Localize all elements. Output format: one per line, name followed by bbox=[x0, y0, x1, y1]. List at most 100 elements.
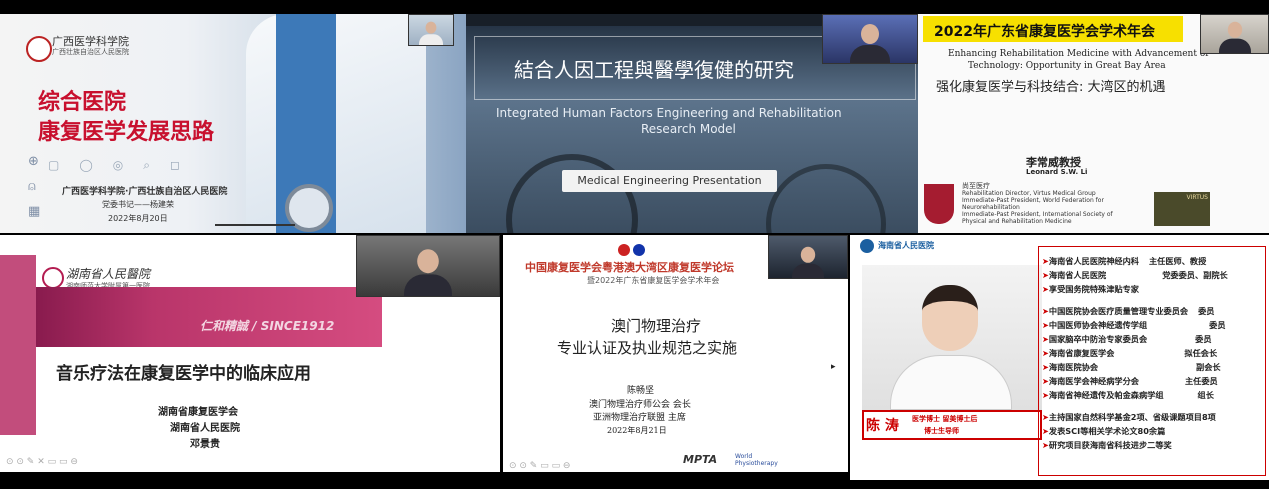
speaker-role-1: 澳门物理治疗师公会 会长 bbox=[589, 400, 691, 410]
speaker-name: 陈畅坚 bbox=[627, 386, 655, 396]
slide-line-1: 湖南省康复医学会 bbox=[158, 407, 238, 418]
bio-item-label: 中国医院协会医疗质量管理专业委员会 bbox=[1048, 306, 1189, 316]
bio-item-label: 海南省神经遗传及帕金森病学组 bbox=[1048, 390, 1164, 400]
slide-title-en-1: Integrated Human Factors Engineering and… bbox=[496, 106, 842, 120]
slide-title-cn: 結合人因工程與醫學復健的研究 bbox=[514, 58, 794, 82]
forum-title: 中国康复医学会粤港澳大湾区康复医学论坛 bbox=[525, 261, 734, 274]
speaker-video-thumb-3[interactable] bbox=[1200, 14, 1269, 54]
person-icon bbox=[419, 21, 443, 45]
speaker-name: 陈 涛 bbox=[866, 418, 899, 434]
mpta-logo: MPTA bbox=[683, 453, 718, 466]
role-line-5: Physical and Rehabilitation Medicine bbox=[962, 218, 1072, 225]
slide-title: 音乐疗法在康复医学中的临床应用 bbox=[56, 364, 311, 384]
virtus-logo: VIRTUS bbox=[1154, 192, 1210, 226]
bio-item-label: 海南医学会神经病学分会 bbox=[1048, 376, 1139, 386]
bio-item: ➤研究项目获海南省科技进步二等奖 bbox=[1042, 440, 1172, 450]
speaker-video-thumb-4[interactable] bbox=[356, 235, 500, 297]
virtus-logo-text: VIRTUS bbox=[1186, 194, 1208, 201]
photo-head bbox=[922, 285, 978, 351]
person-icon bbox=[404, 249, 452, 296]
bio-item: ➤海南省神经遗传及帕金森病学组 组长 bbox=[1042, 390, 1214, 400]
bio-item: ➤海南省康复医学会 拟任会长 bbox=[1042, 348, 1218, 358]
left-edge-strip bbox=[0, 255, 36, 435]
bio-item-role: 委员 bbox=[1209, 320, 1226, 330]
hospital-logo-icon bbox=[26, 36, 52, 62]
slide-line-2: 湖南省人民医院 bbox=[170, 423, 240, 434]
slide-title-1: 综合医院 bbox=[38, 90, 127, 115]
forum-subtitle: 暨2022年广东省康复医学会学术年会 bbox=[587, 276, 720, 285]
toolbar-icons-row: ▢◯◎⌕◻ bbox=[48, 158, 200, 172]
bio-item: ➤海南省人民医院 党委委员、副院长 bbox=[1042, 270, 1228, 280]
hospital-logo-icon bbox=[860, 239, 874, 253]
institution-line: 广西医学科学院·广西壮族自治区人民医院 bbox=[62, 187, 228, 197]
photo-body bbox=[890, 355, 1012, 410]
talk-date: 2022年8月21日 bbox=[607, 426, 667, 435]
slideshow-controls[interactable]: ⊙ ⊙ ✎ ▭ ▭ ⊖ bbox=[509, 461, 570, 471]
motto-text: 仁和精誠 / SINCE1912 bbox=[200, 319, 335, 333]
person-icon bbox=[1218, 21, 1251, 53]
speaker-photo bbox=[862, 265, 1042, 410]
speaker-name-en: Leonard S.W. Li bbox=[1026, 168, 1088, 176]
role-line-1: Rehabilitation Director, Virtus Medical … bbox=[962, 190, 1096, 197]
bio-item-role: 主任医师、教授 bbox=[1148, 256, 1207, 266]
title-en-1: Enhancing Rehabilitation Medicine with A… bbox=[948, 49, 1209, 59]
video-panel-5[interactable]: 中国康复医学会粤港澳大湾区康复医学论坛 暨2022年广东省康复医学会学术年会 澳… bbox=[503, 235, 848, 472]
video-panel-2[interactable]: 結合人因工程與醫學復健的研究 Integrated Human Factors … bbox=[466, 14, 918, 233]
forum-logo-icon-2 bbox=[633, 244, 645, 256]
bio-item-role: 副会长 bbox=[1196, 362, 1221, 372]
bio-item-label: 享受国务院特殊津贴专家 bbox=[1048, 284, 1139, 294]
degree-2: 博士生导师 bbox=[924, 427, 959, 435]
wheelchair-shape bbox=[506, 154, 638, 233]
bio-item-role: 委员 bbox=[1195, 334, 1212, 344]
slide-line-3: 邓景贵 bbox=[190, 439, 220, 450]
role-line-3: Neurorehabilitation bbox=[962, 204, 1020, 211]
bio-item: ➤享受国务院特殊津贴专家 bbox=[1042, 284, 1139, 294]
video-panel-3[interactable]: 2022年广东省康复医学会学术年会 Enhancing Rehabilitati… bbox=[918, 14, 1269, 233]
video-panel-1[interactable]: 广西医学科学院 广西壮族自治区人民医院 综合医院 康复医学发展思路 ⊕ ⍝ ▦ … bbox=[0, 14, 466, 233]
forum-logos bbox=[618, 241, 658, 256]
slide-title-2: 康复医学发展思路 bbox=[38, 120, 215, 145]
bio-item-role: 党委委员、副院长 bbox=[1162, 270, 1228, 280]
bio-item-role: 组长 bbox=[1197, 390, 1214, 400]
person-icon[interactable]: ⍝ bbox=[28, 179, 40, 194]
bio-item-label: 国家脑卒中防治专家委员会 bbox=[1048, 334, 1148, 344]
logo-subtext: 广西壮族自治区人民医院 bbox=[52, 48, 129, 56]
plus-icon[interactable]: ⊕ bbox=[28, 154, 40, 169]
speaker-line: 党委书记——杨建荣 bbox=[102, 200, 174, 209]
university-crest-icon bbox=[924, 184, 954, 224]
calendar-icon[interactable]: ▦ bbox=[28, 204, 40, 219]
speaker-role-2: 亚洲物理治疗联盟 主席 bbox=[593, 413, 686, 423]
bio-item-role: 拟任会长 bbox=[1184, 348, 1218, 358]
hospital-name: 海南省人民医院 bbox=[878, 241, 934, 250]
bio-item-role: 委员 bbox=[1198, 306, 1215, 316]
speaker-video-thumb-1[interactable] bbox=[408, 14, 454, 46]
person-icon bbox=[850, 24, 890, 63]
video-panel-4[interactable]: 湖南省人民醫院 湖南师范大学附属第一医院 仁和精誠 / SINCE1912 音乐… bbox=[0, 235, 500, 472]
date-line: 2022年8月20日 bbox=[108, 214, 168, 223]
bio-item-label: 海南省人民医院 bbox=[1048, 270, 1107, 280]
wheel-shape bbox=[766, 164, 886, 233]
mouse-cursor-icon: ▸ bbox=[831, 362, 836, 372]
presentation-button[interactable]: Medical Engineering Presentation bbox=[562, 170, 777, 192]
title-en-2: Technology: Opportunity in Great Bay Are… bbox=[968, 61, 1166, 71]
banner-text: 2022年广东省康复医学会学术年会 bbox=[934, 24, 1155, 40]
talk-title-1: 澳门物理治疗 bbox=[611, 317, 702, 335]
hospital-name: 湖南省人民醫院 bbox=[66, 267, 151, 281]
bio-item: ➤中国医院协会医疗质量管理专业委员会 委员 bbox=[1042, 306, 1215, 316]
role-line-2: Immediate-Past President, World Federati… bbox=[962, 197, 1104, 204]
bio-item-label: 主持国家自然科学基金2项、省级课题项目8项 bbox=[1048, 412, 1216, 422]
slideshow-controls[interactable]: ⊙ ⊙ ✎ ✕ ▭ ▭ ⊖ bbox=[6, 457, 78, 467]
bio-item-label: 中国医师协会神经遗传学组 bbox=[1048, 320, 1148, 330]
degree-1: 医学博士 留美博士后 bbox=[912, 415, 978, 423]
bio-item-label: 发表SCI等相关学术论文80余篇 bbox=[1048, 426, 1166, 436]
hospital-logo-icon bbox=[42, 267, 64, 289]
bio-item-label: 研究项目获海南省科技进步二等奖 bbox=[1048, 440, 1172, 450]
forum-logo-icon-1 bbox=[618, 244, 630, 256]
scroll-indicator[interactable] bbox=[215, 224, 295, 226]
bio-item: ➤国家脑卒中防治专家委员会 委员 bbox=[1042, 334, 1212, 344]
bio-item: ➤中国医师协会神经遗传学组 委员 bbox=[1042, 320, 1226, 330]
speaker-video-thumb-5[interactable] bbox=[768, 235, 848, 279]
title-cn: 强化康复医学与科技结合: 大湾区的机遇 bbox=[936, 80, 1166, 95]
world-physio-logo: World Physiotherapy bbox=[735, 453, 778, 467]
speaker-video-thumb-2[interactable] bbox=[822, 14, 918, 64]
